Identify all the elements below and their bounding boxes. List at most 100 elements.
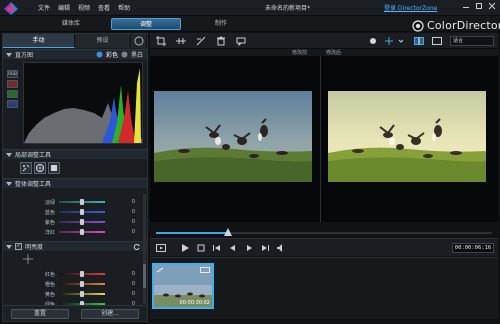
channel-rgb-button[interactable]: RGB (7, 70, 18, 78)
step-forward-icon[interactable] (244, 243, 254, 253)
help-button[interactable] (131, 34, 147, 48)
adjustment-brush-button[interactable] (20, 162, 32, 174)
slider-value: 0 (131, 209, 135, 215)
brightness-header[interactable]: ✓ 明亮度 (3, 241, 147, 251)
channel-blue-button[interactable] (7, 100, 18, 108)
after-label: 修改后 (326, 50, 342, 56)
slider-label: 蓝色 (44, 209, 55, 216)
stop-icon[interactable] (196, 243, 206, 253)
slider-track[interactable] (59, 281, 105, 287)
radial-filter-button[interactable] (34, 162, 46, 174)
playhead-icon[interactable] (224, 228, 232, 236)
create-preset-button[interactable]: 创建... (81, 309, 139, 319)
chevron-down-icon[interactable] (396, 36, 406, 46)
close-button[interactable] (487, 2, 497, 10)
comment-icon[interactable] (236, 36, 246, 46)
slider-value: 0 (131, 271, 135, 277)
tab-library[interactable]: 媒体库 (36, 18, 106, 30)
maximize-button[interactable] (474, 2, 484, 10)
minimize-button[interactable] (461, 2, 471, 10)
play-icon[interactable] (180, 243, 190, 253)
before-preview[interactable] (154, 91, 312, 182)
tab-manual[interactable]: 手动 (3, 34, 75, 48)
slider-knob[interactable] (80, 271, 84, 277)
volume-icon[interactable] (276, 243, 286, 253)
local-tools-header[interactable]: 局部调整工具 (3, 149, 147, 159)
brightness-checkbox[interactable]: ✓ (15, 243, 22, 250)
tab-produce[interactable]: 制作 (186, 18, 256, 30)
fullscreen-icon[interactable] (432, 36, 442, 46)
after-preview[interactable] (328, 91, 486, 182)
previous-icon[interactable] (212, 243, 222, 253)
slider-knob[interactable] (80, 219, 84, 225)
slider-track[interactable] (59, 219, 105, 225)
next-icon[interactable] (260, 243, 270, 253)
circle-icon[interactable] (368, 36, 378, 46)
histogram-graph (24, 68, 142, 143)
slider-knob[interactable] (80, 229, 84, 235)
app-logo-icon (4, 2, 18, 15)
menu-help[interactable]: 帮助 (118, 3, 130, 12)
color-picker-target-icon[interactable] (23, 254, 33, 264)
histogram-chart (23, 62, 143, 144)
before-image (154, 91, 312, 182)
login-link[interactable]: 登录 DirectorZone (384, 3, 437, 12)
gradient-filter-button[interactable] (48, 162, 60, 174)
scrollbar-thumb[interactable] (143, 264, 146, 288)
collapse-icon (6, 244, 12, 249)
slider-knob[interactable] (80, 199, 84, 205)
brush-icon (22, 164, 30, 172)
menu-edit[interactable]: 编辑 (58, 3, 70, 12)
compare-icon[interactable] (384, 36, 394, 46)
menu-view[interactable]: 查看 (98, 3, 110, 12)
clip-options-icon[interactable] (200, 267, 210, 273)
split-divider[interactable] (320, 56, 321, 222)
remove-spot-icon[interactable] (196, 36, 206, 46)
step-back-icon[interactable] (228, 243, 238, 253)
slider-track[interactable] (59, 229, 105, 235)
local-tools-title: 局部调整工具 (15, 152, 52, 159)
slider-track[interactable] (59, 199, 105, 205)
menu-video[interactable]: 视频 (78, 3, 90, 12)
global-tools-title: 整体调整工具 (15, 181, 52, 188)
slider-knob[interactable] (80, 281, 84, 287)
hsl-slider-purple: 紫色 0 (3, 218, 147, 226)
histogram-color-option[interactable]: 彩色 (106, 50, 118, 59)
split-view-icon[interactable] (414, 36, 424, 46)
scrub-bar[interactable] (150, 224, 498, 236)
hsl-slider-aqua: 淡绿 0 (3, 198, 147, 206)
reset-button[interactable]: 重置 (11, 309, 69, 319)
delete-icon[interactable] (216, 36, 226, 46)
channel-green-button[interactable] (7, 90, 18, 98)
slider-value: 0 (131, 219, 135, 225)
clip-thumbnail[interactable]: 00:00:30:02 (152, 263, 214, 309)
preview-mode-icon[interactable] (156, 243, 166, 253)
slider-value: 0 (131, 199, 135, 205)
channel-red-button[interactable] (7, 80, 18, 88)
panel-scrollbar[interactable] (143, 194, 146, 304)
slider-value: 0 (131, 229, 135, 235)
hsl-slider-magenta: 洋红 0 (3, 228, 147, 236)
reset-section-icon[interactable] (133, 243, 141, 251)
filmstrip: 00:00:30:02 (150, 257, 498, 319)
zoom-select[interactable]: 适合 (450, 36, 494, 46)
preview-toolbar: 适合 (150, 33, 498, 49)
color-mode-icon (96, 51, 103, 58)
menu-file[interactable]: 文件 (38, 3, 50, 12)
compare-labels: 修改前 修改后 (150, 49, 498, 56)
global-tools-header[interactable]: 整体调整工具 (3, 178, 147, 188)
histogram-header[interactable]: 直方图 彩色 黑白 (3, 49, 147, 59)
slider-knob[interactable] (80, 291, 84, 297)
slider-knob[interactable] (80, 209, 84, 215)
slider-track[interactable] (59, 271, 105, 277)
slider-value: 0 (131, 281, 135, 287)
slider-track[interactable] (59, 291, 105, 297)
tab-adjust[interactable]: 调整 (111, 18, 181, 30)
project-title: 未命名的新项目* (265, 5, 311, 12)
straighten-icon[interactable] (176, 36, 186, 46)
histogram-bw-option[interactable]: 黑白 (131, 50, 147, 59)
brand-name: ColorDirector (427, 19, 500, 32)
crop-icon[interactable] (156, 36, 166, 46)
tab-preset[interactable]: 预设 (75, 34, 131, 48)
slider-track[interactable] (59, 209, 105, 215)
